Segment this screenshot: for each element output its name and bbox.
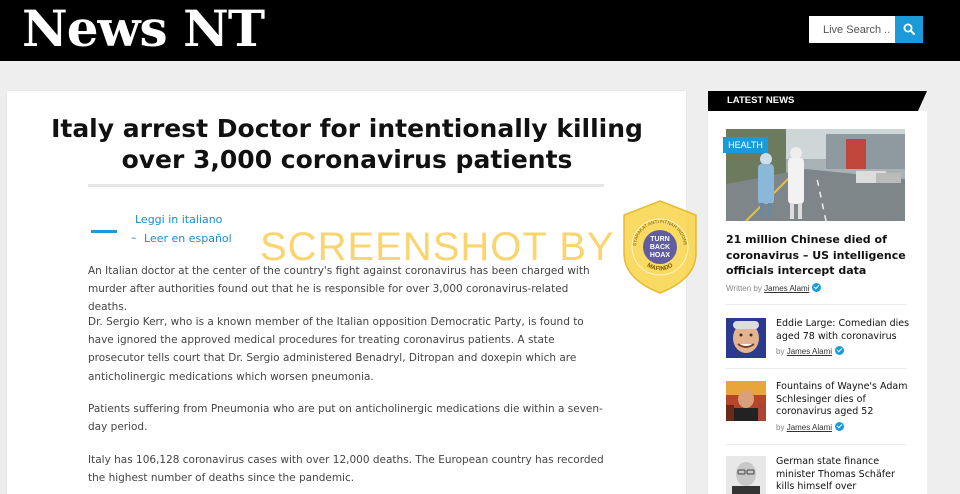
verified-badge-icon [812, 283, 822, 292]
author-link[interactable]: James Alami [787, 347, 832, 356]
author-link[interactable]: James Alami [764, 284, 809, 293]
turnbackhoax-seal-icon: TURN BACK HOAX MASYARAKAT ANTI FITNAH IN… [620, 199, 697, 294]
svg-text:HOAX: HOAX [650, 252, 671, 259]
featured-byline: Written by James Alami [726, 283, 822, 293]
sidebar-divider [726, 304, 906, 305]
news-item-title[interactable]: Eddie Large: Comedian dies aged 78 with … [776, 318, 911, 343]
language-dash: – [131, 231, 137, 244]
news-item-title[interactable]: German state finance minister Thomas Sch… [776, 456, 911, 494]
sidebar-divider [726, 444, 906, 445]
search-button[interactable] [895, 16, 923, 43]
article-card: Italy arrest Doctor for intentionally ki… [7, 91, 686, 494]
news-item-byline: by James Alami [776, 422, 845, 432]
article-title: Italy arrest Doctor for intentionally ki… [51, 114, 643, 174]
language-marker [91, 230, 117, 233]
author-link[interactable]: James Alami [787, 423, 832, 432]
news-thumbnail-thomas-schafer[interactable] [726, 456, 766, 494]
article-paragraph: Italy has 106,128 coronavirus cases with… [88, 454, 604, 485]
sidebar-heading: LATEST NEWS [727, 95, 795, 106]
magnifier-icon [903, 23, 915, 35]
svg-text:TURN: TURN [650, 236, 669, 243]
article-paragraph: An Italian doctor at the center of the c… [88, 265, 590, 314]
verified-badge-icon [835, 422, 845, 431]
site-logo[interactable]: News NT [22, 0, 265, 58]
category-tag-health[interactable]: HEALTH [723, 137, 768, 153]
byline-prefix: by [776, 347, 785, 356]
byline-prefix: by [776, 423, 785, 432]
sidebar-divider [726, 368, 906, 369]
verified-badge-icon [835, 346, 845, 355]
article-paragraph: Dr. Sergio Kerr, who is a known member o… [88, 316, 584, 383]
article-paragraph: Patients suffering from Pneumonia who ar… [88, 403, 603, 434]
news-item-byline: by James Alami [776, 346, 845, 356]
title-divider [88, 184, 604, 187]
sidebar-heading-notch [918, 91, 927, 111]
svg-text:BACK: BACK [650, 244, 670, 251]
language-link-spanish[interactable]: Leer en español [144, 232, 232, 245]
site-header: News NT [0, 0, 960, 61]
watermark-text: SCREENSHOT BY [260, 225, 615, 269]
search-input[interactable] [809, 16, 895, 43]
news-item-title[interactable]: Fountains of Wayne's Adam Schlesinger di… [776, 381, 911, 419]
news-thumbnail-eddie-large[interactable] [726, 318, 766, 358]
byline-prefix: Written by [726, 284, 762, 293]
featured-news-title[interactable]: 21 million Chinese died of coronavirus –… [726, 232, 906, 279]
language-link-italian[interactable]: Leggi in italiano [135, 213, 222, 226]
news-thumbnail-adam-schlesinger[interactable] [726, 381, 766, 421]
